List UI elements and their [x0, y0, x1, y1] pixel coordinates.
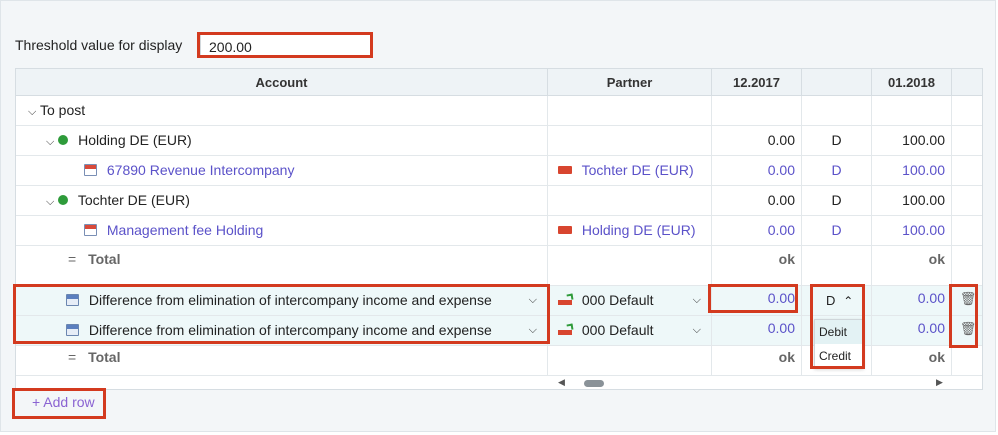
value-cell: 0.00	[712, 126, 802, 155]
chevron-up-icon[interactable]: ⌃	[843, 294, 853, 308]
account-row[interactable]: 67890 Revenue Intercompany Tochter DE (E…	[16, 156, 982, 186]
flag-icon	[558, 325, 572, 335]
total-label: Total	[88, 349, 121, 365]
debit-credit-dropdown[interactable]: Debit Credit	[814, 319, 864, 369]
entity-row-tochter[interactable]: ⌵ Tochter DE (EUR) 0.00 D 100.00	[16, 186, 982, 216]
status-dot-icon	[58, 135, 69, 146]
partner-link[interactable]: Holding DE (EUR)	[582, 222, 696, 238]
account-link[interactable]: 67890 Revenue Intercompany	[107, 162, 295, 178]
add-row-button[interactable]: + Add row	[32, 394, 95, 410]
value-cell: 100.00	[872, 186, 952, 215]
partner-select[interactable]: 000 Default	[582, 292, 654, 308]
total-symbol: =	[68, 251, 77, 267]
flag-icon	[558, 226, 572, 235]
total-row: = Total ok ok	[16, 246, 982, 286]
dc-cell: D	[802, 126, 872, 155]
col-actions	[952, 69, 982, 96]
threshold-input[interactable]: 200.00	[200, 34, 372, 58]
status-dot-icon	[58, 195, 69, 206]
col-debit-credit[interactable]	[802, 69, 872, 96]
threshold-label: Threshold value for display	[15, 37, 183, 53]
total-label: Total	[88, 251, 121, 267]
chevron-down-icon[interactable]: ⌵	[28, 98, 36, 125]
total-status: ok	[872, 246, 952, 285]
dropdown-option-credit[interactable]: Credit	[815, 344, 863, 368]
flag-icon	[558, 166, 572, 175]
col-account[interactable]: Account	[16, 69, 548, 96]
col-period-1[interactable]: 12.2017	[712, 69, 802, 96]
col-period-2[interactable]: 01.2018	[872, 69, 952, 96]
value-input[interactable]: 0.00	[872, 286, 952, 315]
value-cell[interactable]: 0.00	[712, 216, 802, 245]
value-cell: 0.00	[712, 186, 802, 215]
col-partner[interactable]: Partner	[548, 69, 712, 96]
entity-label: Tochter DE (EUR)	[77, 192, 190, 208]
dc-cell[interactable]: D	[802, 216, 872, 245]
grid-header: Account Partner 12.2017 01.2018	[16, 69, 982, 96]
horizontal-scrollbar[interactable]: ◀ ▶	[556, 376, 946, 389]
value-cell[interactable]: 0.00	[712, 156, 802, 185]
chevron-down-icon[interactable]: ⌵	[529, 316, 537, 345]
entity-row-holding[interactable]: ⌵ Holding DE (EUR) 0.00 D 100.00	[16, 126, 982, 156]
chevron-down-icon[interactable]: ⌵	[46, 128, 54, 155]
total-status: ok	[712, 246, 802, 285]
dc-select[interactable]: D ⌃	[802, 286, 872, 315]
elimination-panel: Threshold value for display 200.00 Accou…	[0, 0, 996, 432]
account-icon	[66, 294, 79, 307]
account-link[interactable]: Management fee Holding	[107, 222, 263, 238]
dc-cell[interactable]: D	[802, 156, 872, 185]
value-input[interactable]: 0.00	[712, 316, 802, 345]
value-cell: 100.00	[872, 126, 952, 155]
dc-cell: D	[802, 186, 872, 215]
chevron-down-icon[interactable]: ⌵	[529, 286, 537, 315]
account-select[interactable]: Difference from elimination of intercomp…	[89, 292, 492, 308]
chevron-down-icon[interactable]: ⌵	[693, 316, 701, 345]
chevron-down-icon[interactable]: ⌵	[46, 188, 54, 215]
partner-link[interactable]: Tochter DE (EUR)	[582, 162, 694, 178]
dc-value: D	[826, 293, 836, 308]
total-status: ok	[872, 346, 952, 375]
account-row[interactable]: Management fee Holding Holding DE (EUR) …	[16, 216, 982, 246]
scroll-thumb[interactable]	[584, 380, 604, 387]
total-status: ok	[712, 346, 802, 375]
scroll-left-icon[interactable]: ◀	[558, 377, 565, 388]
partner-select[interactable]: 000 Default	[582, 322, 654, 338]
account-select[interactable]: Difference from elimination of intercomp…	[89, 322, 492, 338]
account-icon	[84, 164, 97, 177]
group-row-to-post[interactable]: ⌵ To post	[16, 96, 982, 126]
trash-icon[interactable]: 🗑	[960, 287, 977, 311]
value-input[interactable]: 0.00	[712, 286, 802, 315]
value-cell[interactable]: 100.00	[872, 216, 952, 245]
scroll-right-icon[interactable]: ▶	[936, 377, 943, 388]
group-label: To post	[39, 102, 86, 118]
value-cell[interactable]: 100.00	[872, 156, 952, 185]
dropdown-option-debit[interactable]: Debit	[815, 320, 863, 344]
account-icon	[84, 224, 97, 237]
entity-label: Holding DE (EUR)	[78, 132, 192, 148]
value-input[interactable]: 0.00	[872, 316, 952, 345]
manual-entry-row[interactable]: Difference from elimination of intercomp…	[16, 286, 982, 316]
flag-icon	[558, 295, 572, 305]
total-symbol: =	[68, 349, 77, 365]
account-icon	[66, 324, 79, 337]
chevron-down-icon[interactable]: ⌵	[693, 286, 701, 315]
trash-icon[interactable]: 🗑	[960, 317, 977, 341]
